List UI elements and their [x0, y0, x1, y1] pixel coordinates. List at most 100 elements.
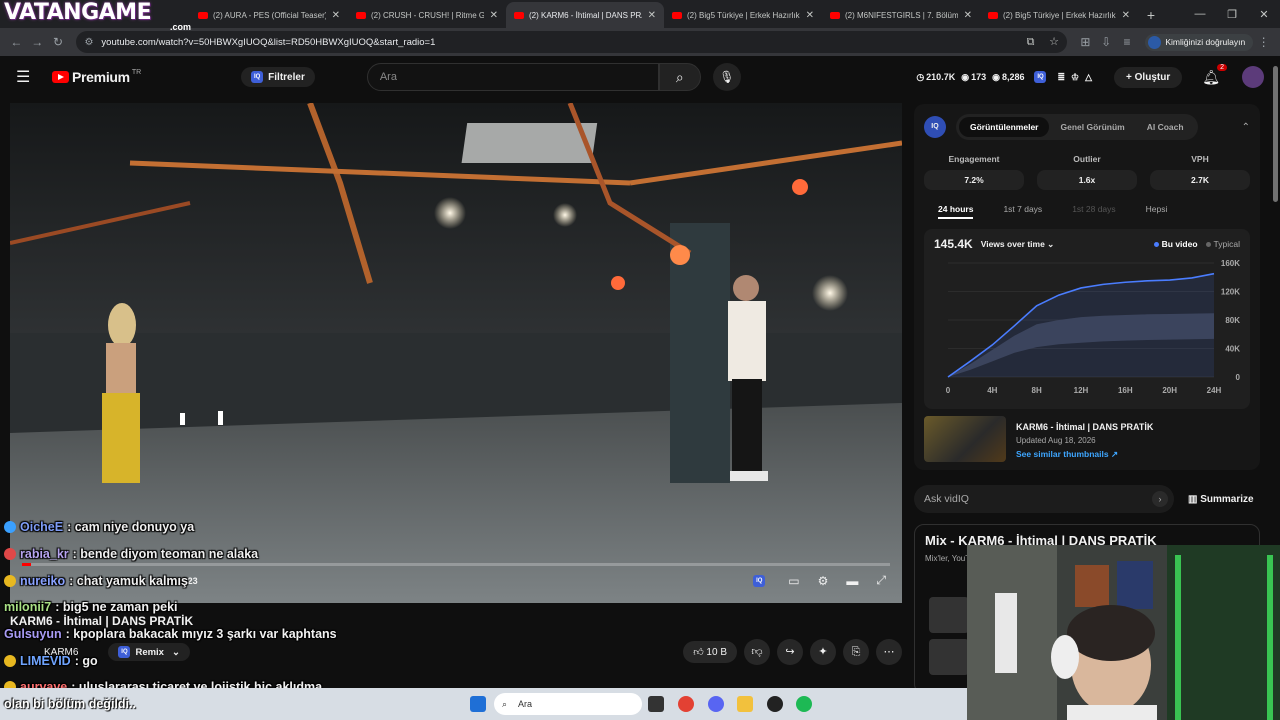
cast-icon[interactable]: ⧉	[1027, 36, 1035, 48]
browser-tab[interactable]: (2) M6NIFESTGIRLS | 7. Bölüm ✕	[822, 2, 980, 28]
subtitles-icon[interactable]: ▭	[788, 574, 799, 588]
menu-icon[interactable]: ☰	[16, 67, 36, 87]
fullscreen-icon[interactable]: ⤢	[876, 573, 886, 588]
browser-tab[interactable]: (2) CRUSH - CRUSH! | Ritme Gı ✕	[348, 2, 506, 28]
chat-text: : cam niye donuyo ya	[67, 520, 195, 535]
chat-message: rabia_kr: bende diyom teoman ne alaka	[4, 541, 464, 568]
taskbar-search[interactable]: ⌕ Ara	[494, 693, 642, 715]
bell-outline-icon[interactable]: △	[1085, 72, 1092, 83]
tab-close-icon[interactable]: ✕	[648, 10, 656, 21]
range-tab[interactable]: 24 hours	[938, 204, 974, 219]
legend-typical-swatch	[1205, 241, 1211, 247]
like-button[interactable]: 👍︎ 10 B	[683, 641, 737, 663]
create-label: Oluştur	[1134, 71, 1171, 83]
download-icon[interactable]: ⇩	[1096, 35, 1117, 49]
tab-close-icon[interactable]: ✕	[332, 10, 340, 21]
vidiq-icon[interactable]: IQ	[1034, 71, 1047, 83]
thumbs-up-icon: 👍︎	[693, 647, 707, 658]
file-explorer-icon[interactable]	[737, 696, 753, 712]
theater-icon[interactable]: ▬	[846, 574, 858, 588]
range-tab[interactable]: Hepsi	[1146, 204, 1168, 219]
summarize-label: Summarize	[1200, 493, 1254, 505]
account-avatar[interactable]	[1242, 66, 1264, 88]
back-icon[interactable]: ←	[6, 35, 27, 49]
search-input[interactable]: Ara	[366, 63, 659, 91]
task-view-icon[interactable]	[648, 696, 664, 712]
tab-close-icon[interactable]: ✕	[490, 10, 498, 21]
similar-thumbnails-link[interactable]: See similar thumbnails ↗	[1016, 449, 1153, 460]
browser-tab[interactable]: (2) AURA - PES (Official Teaser) ✕	[190, 2, 348, 28]
chat-username: nureiko	[20, 573, 66, 588]
filters-button[interactable]: IQ Filtreler	[241, 67, 315, 87]
metric-value: 7.2%	[924, 170, 1024, 190]
mic-icon[interactable]: 🎙	[712, 63, 741, 91]
new-tab-button[interactable]: +	[1138, 2, 1164, 28]
notifications-button[interactable]: 🔔︎ 2	[1202, 63, 1227, 86]
settings-icon[interactable]: ⚙	[818, 574, 829, 588]
browser-tab[interactable]: (2) KARM6 - İhtimal | DANS PRA ✕	[506, 2, 664, 28]
discord-icon[interactable]	[708, 696, 724, 712]
collapse-icon[interactable]: ⌃	[1242, 122, 1250, 133]
create-button[interactable]: + Oluştur	[1114, 66, 1183, 88]
vidiq-tab[interactable]: Görüntülenmeler	[959, 117, 1050, 137]
obs-icon[interactable]	[767, 696, 783, 712]
eye-icon: ◉	[961, 71, 970, 82]
x-tick-label: 0	[946, 386, 951, 395]
sparkle-icon[interactable]: ✦	[810, 639, 836, 665]
trophy-icon[interactable]: ♔	[1071, 72, 1079, 83]
share-icon[interactable]: ↪	[777, 639, 803, 665]
total-views: 145.4K	[934, 237, 973, 251]
chat-username: Gulsuyun	[4, 627, 62, 642]
bell-icon: 🔔︎	[1202, 68, 1220, 85]
stat-watching: 173	[971, 72, 987, 82]
url-field[interactable]: ⚙ youtube.com/watch?v=50HBWXgIUOQ&list=R…	[76, 31, 1067, 53]
forward-icon[interactable]: →	[27, 35, 48, 49]
tab-close-icon[interactable]: ✕	[964, 10, 972, 21]
youtube-favicon-icon	[988, 11, 998, 19]
mix-item-thumbnail[interactable]	[929, 597, 969, 633]
close-window-icon[interactable]: ✕	[1248, 8, 1280, 21]
vidiq-tab[interactable]: AI Coach	[1136, 117, 1195, 137]
mix-item-thumbnail[interactable]	[929, 639, 969, 675]
y-tick-label: 120K	[1221, 288, 1240, 297]
media-icon[interactable]: ≡	[1117, 35, 1138, 49]
list-icon[interactable]: ≣	[1057, 72, 1065, 83]
metric-card: Engagement 7.2%	[924, 154, 1024, 190]
bookmark-star-icon[interactable]: ☆	[1049, 36, 1059, 48]
windows-start-icon[interactable]	[470, 696, 486, 712]
browser-tab[interactable]: (2) Big5 Türkiye | Erkek Hazırlık ✕	[980, 2, 1138, 28]
more-menu-icon[interactable]: ⋮	[1253, 35, 1274, 49]
vidiq-tab[interactable]: Genel Görünüm	[1049, 117, 1135, 137]
send-arrow-icon[interactable]: ›	[1152, 491, 1168, 507]
spotify-icon[interactable]	[796, 696, 812, 712]
more-actions-icon[interactable]: ⋯	[876, 639, 902, 665]
minimize-icon[interactable]: —	[1184, 8, 1216, 20]
chat-username: OicheE	[20, 520, 64, 535]
ask-vidiq-input[interactable]: Ask vidIQ ›	[914, 485, 1174, 513]
chat-message: Gulsuyun: kpoplara bakacak mıyız 3 şarkı…	[4, 621, 464, 648]
range-tab[interactable]: 1st 7 days	[1003, 204, 1042, 219]
scrollbar-thumb[interactable]	[1273, 66, 1278, 202]
video-thumbnail[interactable]	[924, 416, 1006, 462]
chat-text: : big5 ne zaman peki	[55, 600, 178, 615]
browser-tab[interactable]: (2) Big5 Türkiye | Erkek Hazırlık ✕	[664, 2, 822, 28]
url-text[interactable]: youtube.com/watch?v=50HBWXgIUOQ&list=RD5…	[101, 37, 1014, 48]
summarize-button[interactable]: ▥ Summarize	[1188, 494, 1254, 505]
tab-close-icon[interactable]: ✕	[1122, 10, 1130, 21]
chrome-icon[interactable]	[678, 696, 694, 712]
vidiq-player-icon[interactable]: IQ	[753, 574, 766, 587]
range-tab[interactable]: 1st 28 days	[1072, 204, 1115, 219]
site-info-icon[interactable]: ⚙	[84, 37, 93, 48]
restore-icon[interactable]: ❐	[1216, 8, 1248, 21]
reload-icon[interactable]: ↻	[48, 35, 69, 49]
views-over-time-dropdown[interactable]: Views over time ⌄	[981, 239, 1055, 250]
save-icon[interactable]: ⎘	[843, 639, 869, 665]
like-count: 10 B	[706, 647, 727, 658]
extensions-icon[interactable]: ⊞	[1075, 35, 1096, 49]
dislike-icon[interactable]: 👎︎	[744, 639, 770, 665]
metric-value: 2.7K	[1150, 170, 1250, 190]
youtube-logo[interactable]: Premium TR	[52, 69, 141, 85]
verify-identity-button[interactable]: Kimliğinizi doğrulayın	[1145, 33, 1254, 51]
tab-close-icon[interactable]: ✕	[806, 10, 814, 21]
search-icon[interactable]: ⌕	[658, 63, 701, 91]
